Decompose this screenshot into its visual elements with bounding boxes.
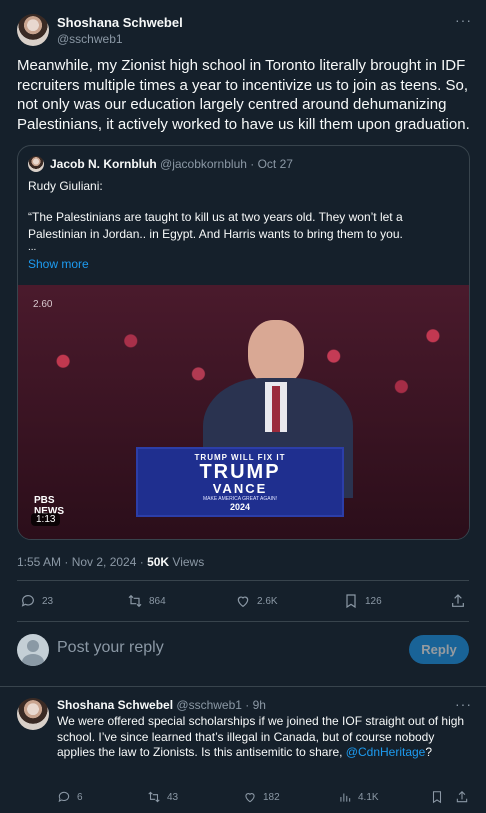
heart-icon bbox=[237, 596, 249, 608]
views-count: 50K bbox=[147, 555, 170, 569]
quoted-tweet[interactable]: Jacob N. Kornbluh @jacobkornbluh · Oct 2… bbox=[17, 145, 470, 540]
divider bbox=[0, 686, 486, 687]
timestamp-row: 1:55 AM · Nov 2, 2024 · 50K Views bbox=[17, 555, 204, 569]
heart-icon bbox=[245, 793, 255, 803]
reply-count: 23 bbox=[42, 595, 54, 607]
tweet-text: Meanwhile, my Zionist high school in Tor… bbox=[17, 57, 470, 133]
reply-reply-count: 6 bbox=[77, 791, 83, 803]
reply-more-options-icon[interactable]: ··· bbox=[455, 696, 472, 712]
reply-author-name[interactable]: Shoshana Schwebel bbox=[57, 698, 173, 712]
repost-count: 864 bbox=[149, 595, 166, 607]
video-duration: 1:13 bbox=[31, 513, 61, 526]
reply-text-part2: ? bbox=[425, 745, 433, 759]
quoted-line3: ... bbox=[28, 242, 37, 253]
share-action[interactable] bbox=[450, 593, 466, 609]
bookmark-count: 126 bbox=[365, 595, 382, 607]
divider bbox=[17, 621, 469, 622]
reply-time[interactable]: · 9h bbox=[242, 698, 266, 712]
reply-input[interactable]: Post your reply bbox=[57, 639, 164, 657]
reply-author-handle[interactable]: @sschweb1 bbox=[176, 698, 242, 712]
bookmark-action[interactable]: 126 bbox=[343, 593, 382, 609]
divider bbox=[17, 580, 469, 581]
quoted-author-handle: @jacobkornbluh bbox=[160, 157, 247, 171]
timestamp[interactable]: 1:55 AM · Nov 2, 2024 · bbox=[17, 555, 147, 569]
sign-line3: VANCE bbox=[212, 480, 268, 496]
quoted-author-name: Jacob N. Kornbluh bbox=[50, 157, 157, 171]
repost-action[interactable]: 864 bbox=[127, 593, 166, 609]
analytics-icon bbox=[340, 793, 351, 802]
reply-bookmark-action[interactable] bbox=[430, 790, 444, 804]
quoted-author-avatar bbox=[28, 156, 44, 172]
mention-link[interactable]: @CdnHeritage bbox=[346, 745, 426, 759]
like-action[interactable]: 2.6K bbox=[235, 593, 278, 609]
author-name[interactable]: Shoshana Schwebel bbox=[57, 15, 183, 30]
repost-icon bbox=[128, 594, 142, 608]
quoted-date: · Oct 27 bbox=[246, 157, 293, 171]
reply-icon bbox=[58, 791, 70, 803]
reply-text: We were offered special scholarships if … bbox=[57, 714, 465, 761]
reply-author-avatar[interactable] bbox=[17, 698, 49, 730]
reply-action[interactable]: 23 bbox=[20, 593, 53, 609]
reply-repost-count: 43 bbox=[167, 791, 179, 803]
video-player[interactable]: 2.60 TRUMP WILL FIX IT TRUMP VANCE MAKE … bbox=[18, 285, 469, 539]
like-count: 2.6K bbox=[257, 595, 278, 607]
quoted-line2: “The Palestinians are taught to kill us … bbox=[28, 210, 403, 241]
author-handle[interactable]: @sschweb1 bbox=[57, 32, 123, 46]
reply-repost-action[interactable]: 43 bbox=[147, 790, 178, 804]
reply-views-action[interactable]: 4.1K bbox=[338, 790, 379, 804]
reply-button[interactable]: Reply bbox=[409, 635, 469, 664]
reply-share-action[interactable] bbox=[455, 790, 469, 804]
sign-line5: 2024 bbox=[229, 501, 251, 512]
podium-sign: TRUMP WILL FIX IT TRUMP VANCE MAKE AMERI… bbox=[136, 447, 344, 517]
reply-icon bbox=[21, 595, 34, 607]
share-icon bbox=[456, 791, 468, 803]
video-counter: 2.60 bbox=[33, 299, 53, 310]
more-options-icon[interactable]: ··· bbox=[455, 12, 472, 28]
repost-icon bbox=[148, 791, 160, 803]
bookmark-icon bbox=[346, 594, 356, 609]
reply-like-action[interactable]: 182 bbox=[243, 790, 280, 804]
show-more-link[interactable]: Show more bbox=[28, 257, 89, 271]
author-avatar[interactable] bbox=[17, 14, 49, 46]
bookmark-icon bbox=[432, 791, 442, 804]
views-label: Views bbox=[169, 555, 205, 569]
share-icon bbox=[452, 594, 464, 607]
sign-line2: TRUMP bbox=[199, 460, 281, 483]
composer-avatar bbox=[17, 634, 49, 666]
quoted-line1: Rudy Giuliani: bbox=[28, 179, 103, 193]
reply-views-count: 4.1K bbox=[358, 791, 379, 803]
reply-like-count: 182 bbox=[263, 791, 280, 803]
reply-reply-action[interactable]: 6 bbox=[57, 790, 83, 804]
